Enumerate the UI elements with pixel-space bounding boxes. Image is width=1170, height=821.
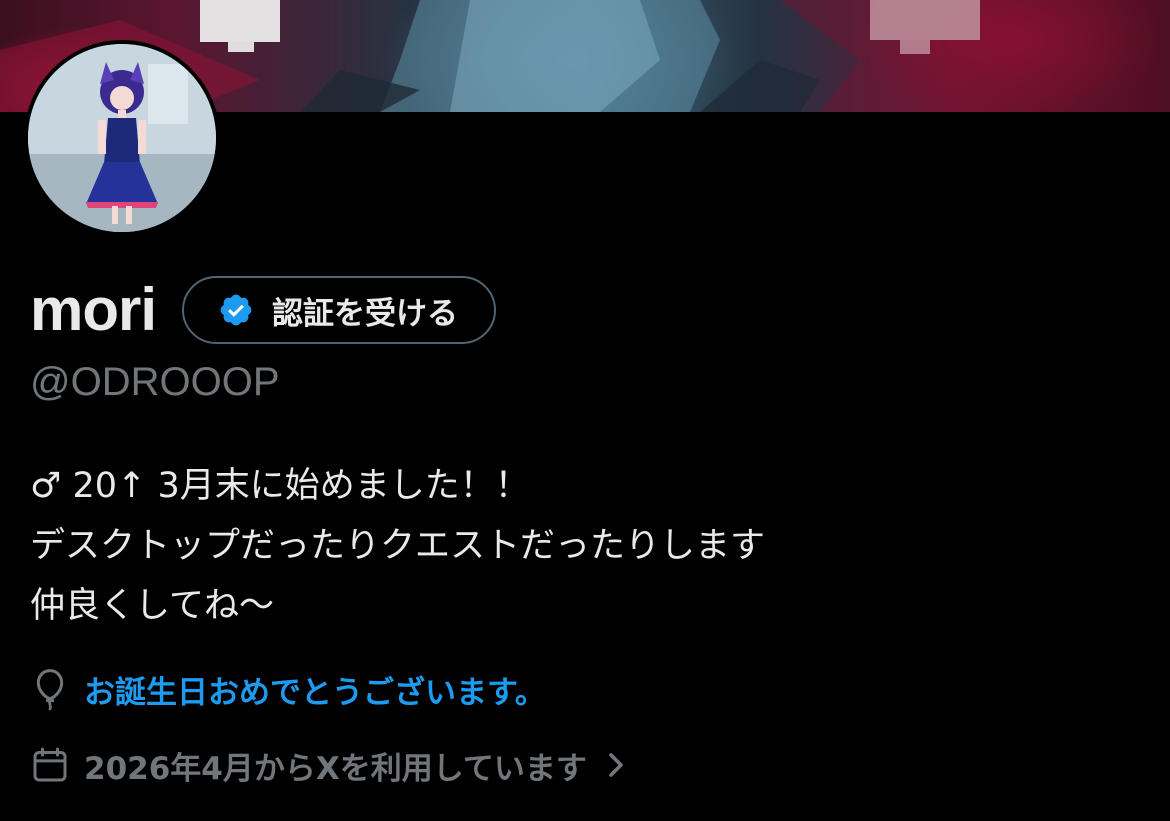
joined-date-row[interactable]: 2026年4月からXを利用しています	[30, 740, 627, 790]
get-verified-label: 認証を受ける	[272, 295, 459, 332]
get-verified-button[interactable]: 認証を受ける	[182, 276, 497, 344]
birthday-row: お誕生日おめでとうございます。	[30, 664, 546, 714]
profile-bio: ♂ 20↑ 3月末に始めました！！ デスクトップだったりクエストだったりします …	[30, 456, 765, 636]
balloon-icon	[36, 669, 64, 711]
calendar-icon	[33, 747, 67, 782]
avatar-image	[28, 44, 216, 232]
birthday-text: お誕生日おめでとうございます。	[84, 674, 546, 711]
name-row: mori 認証を受ける	[30, 274, 497, 346]
bio-line: デスクトップだったりクエストだったりします	[30, 526, 766, 566]
bio-line: ♂ 20↑ 3月末に始めました！！	[30, 466, 530, 506]
verified-badge-icon	[220, 294, 252, 326]
avatar[interactable]	[24, 40, 220, 236]
display-name: mori	[30, 276, 157, 343]
bio-line: 仲良くしてね〜	[30, 586, 274, 626]
profile-handle: @ODROOOP	[30, 360, 280, 404]
avatar-character-illustration	[28, 44, 216, 232]
joined-date-text: 2026年4月からXを利用しています	[84, 750, 587, 787]
chevron-right-icon	[608, 753, 623, 777]
